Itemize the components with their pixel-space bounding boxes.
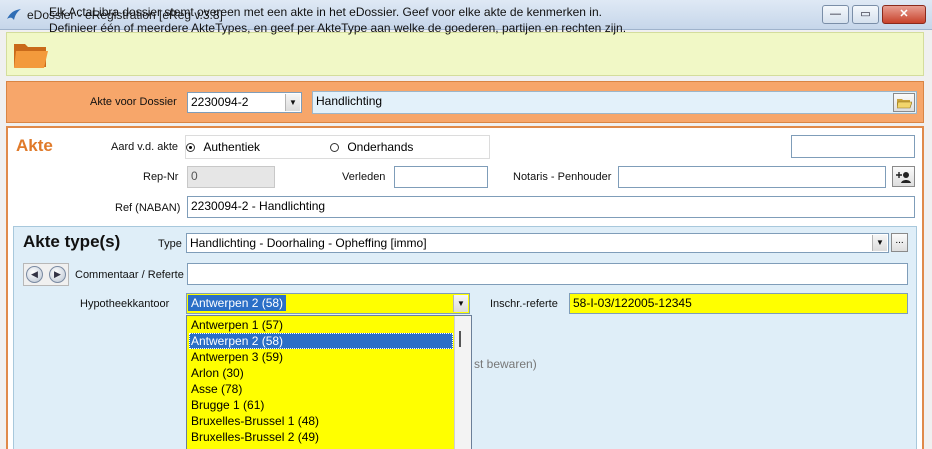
dropdown-option[interactable]: Bruxelles-Brussel 1 (48)	[189, 413, 453, 429]
dropdown-scrollbar[interactable]	[454, 316, 471, 449]
type-label: Type	[158, 238, 182, 250]
dropdown-option[interactable]: Arlon (30)	[189, 365, 453, 381]
maximize-button[interactable]: ▭	[852, 5, 879, 24]
minimize-button[interactable]: —	[822, 5, 849, 24]
folder-icon	[14, 44, 48, 68]
dossier-description-field[interactable]: Handlichting	[312, 91, 917, 114]
hypotheekkantoor-select[interactable]: Antwerpen 2 (58) ▼	[186, 293, 470, 314]
repnr-value: 0	[191, 169, 198, 183]
info-banner	[6, 32, 924, 76]
dropdown-option[interactable]: Asse (78)	[189, 381, 453, 397]
radio-checked-icon[interactable]	[186, 143, 195, 153]
akte-section-title: Akte	[16, 136, 53, 155]
hypotheekkantoor-value: Antwerpen 2 (58)	[188, 295, 287, 311]
verleden-field[interactable]	[394, 166, 488, 188]
app-bird-icon	[7, 9, 21, 20]
inschr-label: Inschr.-referte	[490, 298, 558, 310]
previous-icon[interactable]: ◀	[26, 266, 43, 283]
dossier-label: Akte voor Dossier	[90, 96, 177, 108]
partially-hidden-text: st bewaren)	[474, 357, 537, 371]
close-button[interactable]: ✕	[882, 5, 926, 24]
dossier-number-value: 2230094-2	[191, 95, 249, 109]
commentaar-field[interactable]	[187, 263, 908, 285]
aard-label: Aard v.d. akte	[111, 141, 179, 153]
dropdown-option-selected[interactable]: Antwerpen 2 (58)	[189, 333, 453, 349]
commentaar-label: Commentaar / Referte	[75, 269, 184, 281]
inschr-field[interactable]: 58-I-03/122005-12345	[569, 293, 908, 314]
type-value: Handlichting - Doorhaling - Opheffing [i…	[190, 236, 427, 250]
radio-unchecked-icon[interactable]	[330, 143, 339, 153]
chevron-down-icon[interactable]: ▼	[872, 235, 887, 251]
dropdown-option[interactable]: Brugge 1 (61)	[189, 397, 453, 413]
dossier-description-value: Handlichting	[316, 94, 383, 108]
dropdown-option[interactable]: Bruxelles-Brussel 2 (49)	[189, 429, 453, 445]
add-notaris-button[interactable]	[892, 166, 915, 187]
hypotheekkantoor-dropdown-list[interactable]: Antwerpen 1 (57) Antwerpen 2 (58) Antwer…	[186, 315, 472, 449]
chevron-down-icon[interactable]: ▼	[285, 94, 300, 111]
ref-value: 2230094-2 - Handlichting	[191, 199, 326, 213]
repnr-label: Rep-Nr	[143, 171, 179, 183]
radio-onderhands[interactable]: Onderhands	[330, 140, 413, 154]
radio-onderhands-label: Onderhands	[347, 140, 414, 154]
info-text-line-1: Elk ActaLibra dossier stemt overeen met …	[49, 5, 602, 19]
type-select[interactable]: Handlichting - Doorhaling - Opheffing [i…	[186, 233, 889, 253]
aard-radio-group: Authentiek Onderhands	[185, 135, 490, 159]
verleden-label: Verleden	[342, 171, 386, 183]
inschr-value: 58-I-03/122005-12345	[573, 296, 692, 310]
radio-authentiek[interactable]: Authentiek	[186, 140, 260, 154]
notaris-label: Notaris - Penhouder	[513, 171, 612, 183]
dropdown-option[interactable]: Antwerpen 1 (57)	[189, 317, 453, 333]
folder-open-icon	[897, 99, 912, 109]
radio-authentiek-label: Authentiek	[203, 140, 261, 154]
akte-types-title: Akte type(s)	[23, 232, 121, 251]
add-person-icon	[896, 172, 911, 183]
navigation-buttons: ◀ ▶	[23, 263, 69, 286]
chevron-down-icon[interactable]: ▼	[453, 295, 468, 312]
ref-label: Ref (NABAN)	[115, 202, 181, 214]
ref-field[interactable]: 2230094-2 - Handlichting	[187, 196, 915, 218]
notaris-field[interactable]	[618, 166, 886, 188]
dropdown-option[interactable]: Antwerpen 3 (59)	[189, 349, 453, 365]
open-dossier-button[interactable]	[893, 93, 915, 112]
next-icon[interactable]: ▶	[49, 266, 66, 283]
akte-extra-field[interactable]	[791, 135, 915, 158]
repnr-field[interactable]: 0	[187, 166, 275, 188]
dropdown-scrollbar-thumb[interactable]	[459, 331, 461, 347]
hypotheekkantoor-label: Hypotheekkantoor	[80, 298, 170, 310]
type-more-button[interactable]: ...	[891, 233, 908, 252]
dossier-number-select[interactable]: 2230094-2 ▼	[187, 92, 302, 113]
info-text-line-2: Definieer één of meerdere AkteTypes, en …	[49, 21, 627, 35]
